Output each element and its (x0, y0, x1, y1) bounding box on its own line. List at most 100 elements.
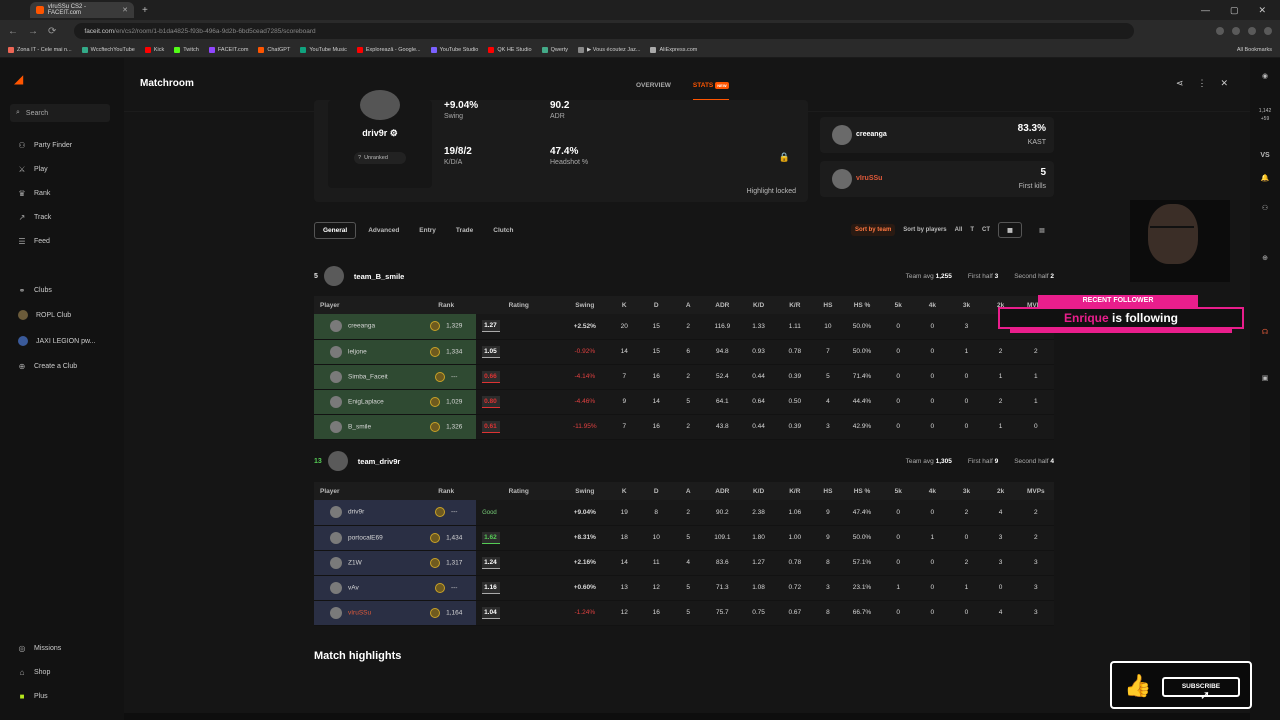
elo-value: 1,329 (446, 322, 463, 330)
sidebar-item-track[interactable]: ↗ Track (18, 213, 52, 222)
matchroom-panel: Matchroom OVERVIEW STATS NEW ⋖ ⋮ ✕ driv9r… (124, 58, 1250, 713)
table-row[interactable]: portocalE69 1,434 1.62 +8.31% 18 10 5 109.1 1.80… (314, 525, 1054, 551)
bookmark-item[interactable]: QK HE Studio (488, 46, 532, 53)
sort-by-players-button[interactable]: Sort by players (903, 227, 946, 233)
mini-player-name[interactable]: creeanga (856, 131, 887, 138)
bookmark-item[interactable]: ChatGPT (258, 46, 290, 53)
close-tab-icon[interactable]: ✕ (122, 6, 128, 14)
sidebar-item-party-finder[interactable]: ⚇ Party Finder (18, 141, 72, 150)
tab-stats[interactable]: STATS NEW (692, 82, 729, 101)
table-row[interactable]: EnigLaplace 1,029 0.80 -4.46% 9 14 5 64.1 0.64 0.… (314, 389, 1054, 415)
table-row[interactable]: B_smile 1,326 0.61 -11.95% 7 16 2 43.8 0.44 0.39 3… (314, 414, 1054, 440)
column-header[interactable]: Rating (476, 482, 562, 500)
tab-advanced[interactable]: Advanced (360, 223, 407, 238)
bookmark-item[interactable]: Twitch (174, 46, 199, 53)
bookmark-icon (650, 46, 657, 53)
side-ct-button[interactable]: CT (982, 227, 990, 233)
all-bookmarks-button[interactable]: All Bookmarks (1237, 47, 1272, 53)
column-header[interactable]: Rating (476, 296, 562, 314)
minimize-icon[interactable]: — (1201, 5, 1210, 16)
url-input[interactable]: faceit.com/en/cs2/room/1-b1da4825-f93b-4… (74, 23, 1135, 39)
new-tab-icon[interactable]: + (142, 5, 148, 16)
bookmark-item[interactable]: WccftechYouTube (81, 46, 135, 53)
sidebar-item-plus[interactable]: ■ Plus (18, 692, 48, 701)
bookmark-item[interactable]: Qwerty (541, 46, 568, 53)
table-cell: 7 (608, 414, 641, 440)
bookmark-item[interactable]: Zona IT - Cele mai n... (8, 46, 72, 53)
player-name[interactable]: vAv (348, 584, 359, 591)
reload-icon[interactable]: ⟳ (48, 26, 56, 37)
share-icon[interactable]: ⋖ (1176, 78, 1184, 89)
bell-icon[interactable]: 🔔 (1250, 174, 1280, 182)
mini-player-name[interactable]: vIruSSu (856, 175, 882, 182)
side-all-button[interactable]: All (955, 227, 963, 233)
sidebar-club-jaxi[interactable]: JAXI LEGION pw... (18, 336, 96, 346)
bookmark-item[interactable]: Explorează - Google... (356, 46, 421, 53)
stat-value: 2 (998, 398, 1003, 405)
plus-icon[interactable]: ⊕ (1250, 254, 1280, 262)
create-club-button[interactable]: ⊕ Create a Club (18, 362, 78, 371)
first-half-label: First half (967, 272, 993, 280)
sidebar-item-rank[interactable]: ♛ Rank (18, 189, 50, 198)
sidebar-item-clubs[interactable]: ⚭ Clubs (18, 286, 52, 295)
tab-entry[interactable]: Entry (411, 223, 444, 238)
extension-icon[interactable] (1248, 27, 1256, 35)
player-name[interactable]: driv9r (348, 509, 364, 516)
bookmark-item[interactable]: Kick (144, 46, 164, 53)
tab-general[interactable]: General (314, 221, 357, 239)
forward-icon[interactable]: → (28, 26, 38, 37)
sidebar-item-shop[interactable]: ⌂ Shop (18, 668, 51, 677)
table-row[interactable]: vAv --- 1.16 +0.60% 13 12 5 71.3 1.08 0.72 3 23.1% 1… (314, 575, 1054, 601)
extension-icon[interactable] (1232, 27, 1240, 35)
player-name[interactable]: creeanga (348, 323, 375, 330)
table-row[interactable]: creeanga 1,329 1.27 +2.52% 20 15 2 116.9 1.33 1.1… (314, 314, 1054, 340)
sidebar-item-play[interactable]: ⚔ Play (18, 165, 47, 174)
faceit-logo-icon[interactable]: ◢ (14, 72, 23, 86)
table-row[interactable]: leljone 1,334 1.05 -0.92% 14 15 6 94.8 0.93 0.78 7… (314, 339, 1054, 365)
player-name[interactable]: Z1W (348, 559, 362, 566)
list-view-icon[interactable]: ▤ (1030, 222, 1054, 238)
bookmark-item[interactable]: ▶ Vous écoutez Jaz... (578, 46, 640, 53)
player-name[interactable]: Simba_Faceit (348, 373, 388, 380)
maximize-icon[interactable]: ▢ (1230, 5, 1239, 16)
close-window-icon[interactable]: ✕ (1258, 5, 1266, 16)
tab-overview[interactable]: OVERVIEW (636, 82, 671, 89)
table-row[interactable]: vIruSSu 1,164 1.04 -1.24% 12 16 5 75.7 0.75 0.67 8… (314, 600, 1054, 626)
users-icon[interactable]: ⚇ (1250, 204, 1280, 212)
vs-label[interactable]: VS (1250, 152, 1280, 159)
grid-view-icon[interactable]: ▦ (998, 222, 1022, 238)
tab-clutch[interactable]: Clutch (485, 223, 521, 238)
side-t-button[interactable]: T (970, 227, 974, 233)
sort-by-team-button[interactable]: Sort by team (850, 224, 896, 236)
bookmark-item[interactable]: YouTube Studio (430, 46, 478, 53)
table-row[interactable]: Simba_Faceit --- 0.66 -4.14% 7 16 2 52.4 0.44 0.3… (314, 364, 1054, 390)
table-row[interactable]: driv9r --- Good +9.04% 19 8 2 90.2 2.38 1.06 9 47.4… (314, 500, 1054, 526)
player-name[interactable]: EnigLaplace (348, 398, 384, 405)
player-name[interactable]: leljone (348, 348, 367, 355)
chip-icon[interactable]: ▣ (1250, 374, 1280, 382)
stat-value: 1 (998, 373, 1003, 380)
player-name[interactable]: B_smile (348, 423, 371, 430)
profile-icon[interactable] (1264, 27, 1272, 35)
bookmark-item[interactable]: AliExpress.com (650, 46, 697, 53)
column-header: 2k (983, 482, 1018, 500)
sidebar-item-missions[interactable]: ◎ Missions (18, 644, 62, 653)
extension-icon[interactable] (1216, 27, 1224, 35)
sidebar-club-ropl[interactable]: ROPL Club (18, 310, 71, 320)
bookmark-item[interactable]: YouTube Music (300, 46, 347, 53)
player-name[interactable]: portocalE69 (348, 534, 383, 541)
sidebar-item-feed[interactable]: ☰ Feed (18, 237, 50, 246)
avatar[interactable]: ◉ (1250, 72, 1280, 80)
close-icon[interactable]: ✕ (1220, 78, 1228, 89)
table-cell: 0 (881, 389, 916, 415)
player-name[interactable]: driv9r ⚙ (328, 128, 432, 139)
headset-icon[interactable]: ☊ (1250, 328, 1280, 336)
back-icon[interactable]: ← (8, 26, 18, 37)
player-name[interactable]: vIruSSu (348, 609, 371, 616)
table-row[interactable]: Z1W 1,317 1.24 +2.16% 14 11 4 83.6 1.27 0.78 8 57.1… (314, 550, 1054, 576)
search-input[interactable]: ⌕ Search (10, 104, 110, 122)
bookmark-item[interactable]: FACEIT.com (208, 46, 248, 53)
browser-tab[interactable]: vIruSSu CS2 - FACEIT.com ✕ (30, 2, 134, 18)
tab-trade[interactable]: Trade (448, 223, 481, 238)
more-icon[interactable]: ⋮ (1197, 78, 1206, 89)
